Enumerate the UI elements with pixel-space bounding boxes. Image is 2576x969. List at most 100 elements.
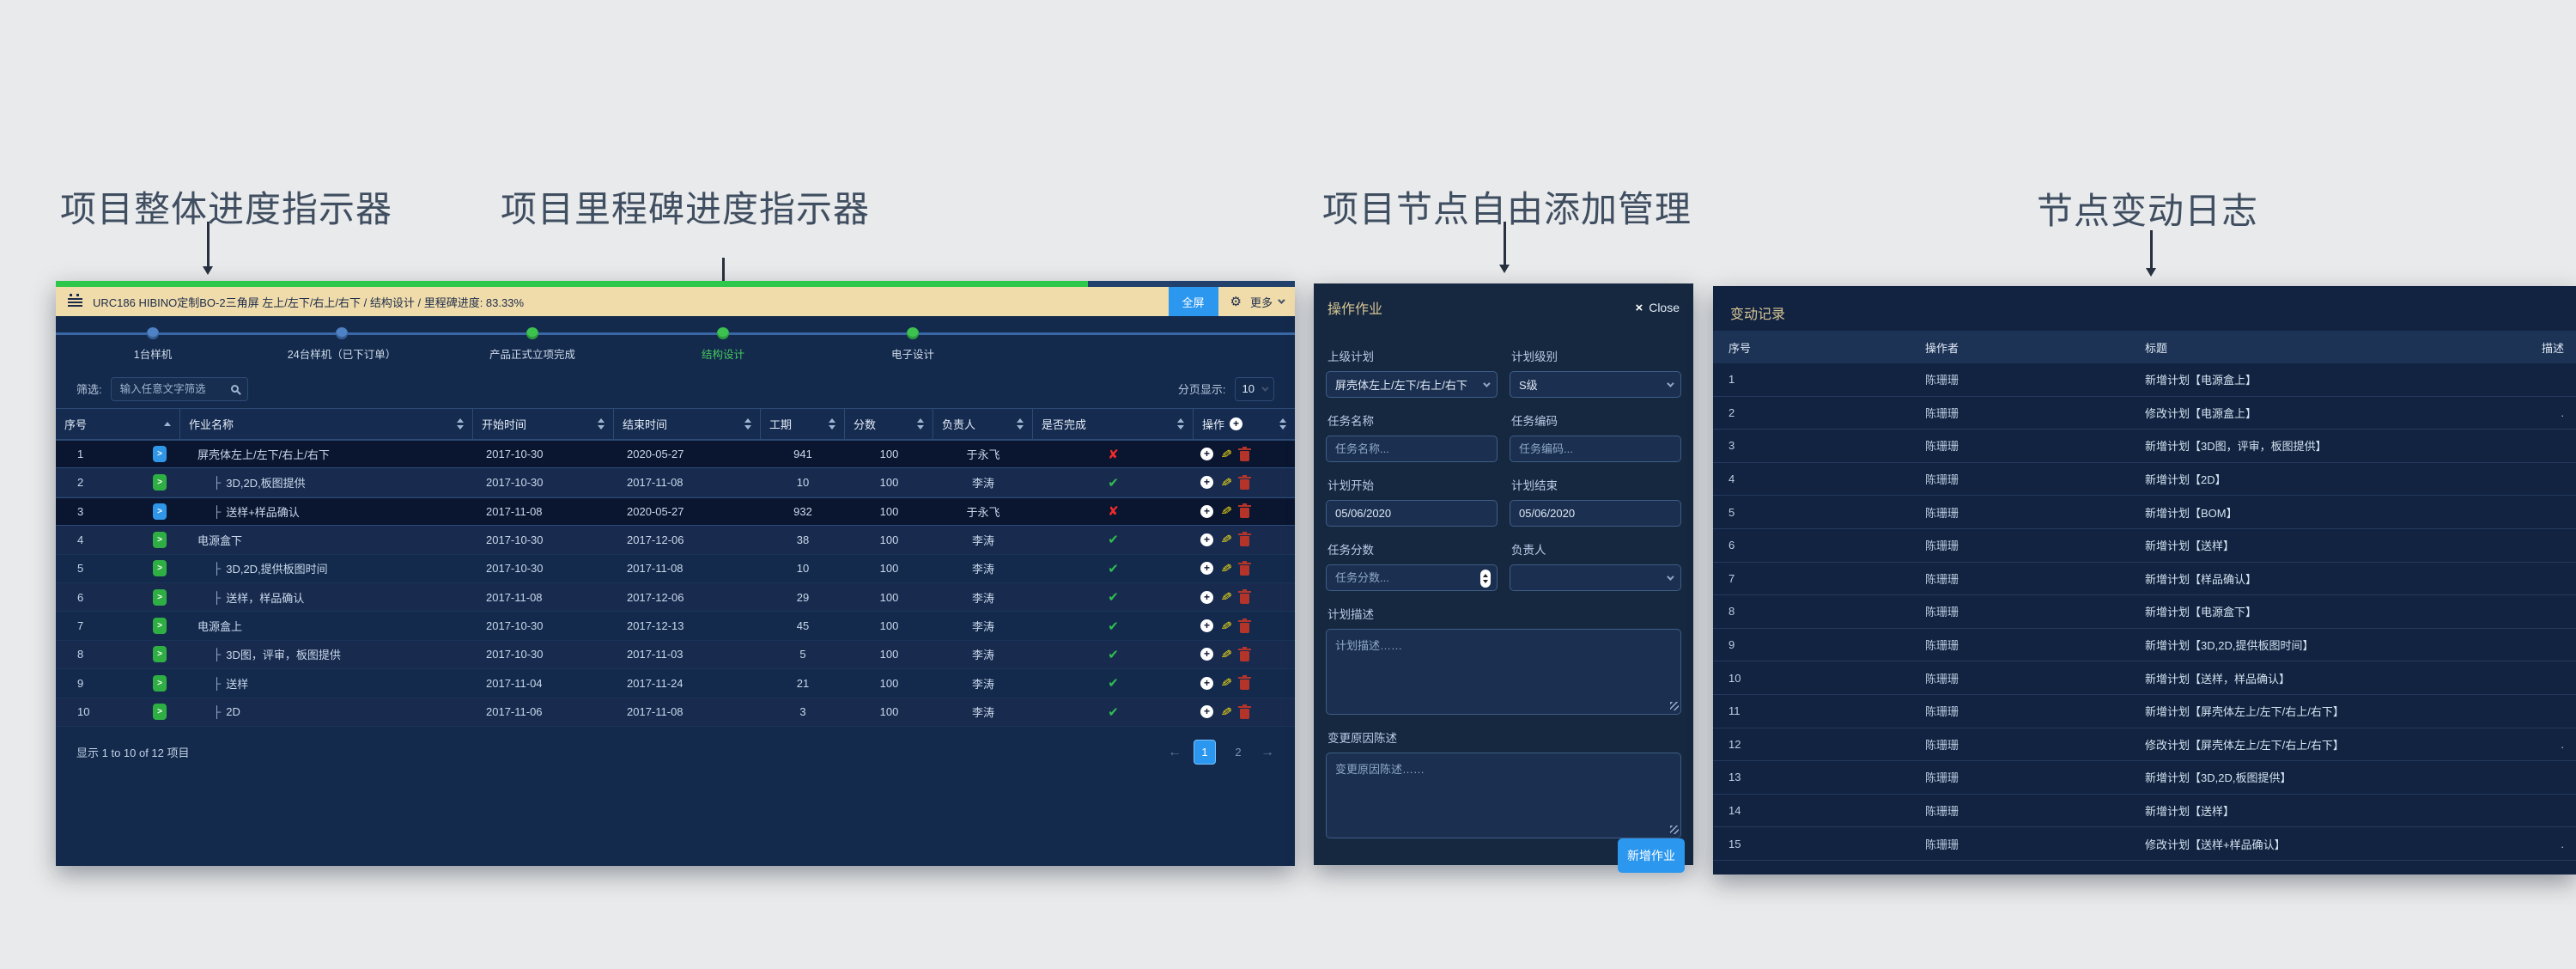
add-subtask-icon[interactable]: + bbox=[1200, 591, 1213, 604]
task-table-body: 1>屏壳体左上/左下/右上/右下2017-10-302020-05-279411… bbox=[56, 440, 1295, 727]
column-header[interactable]: 序号 bbox=[56, 409, 180, 439]
expand-chevron-icon[interactable]: > bbox=[153, 446, 167, 462]
delete-icon[interactable] bbox=[1240, 594, 1249, 604]
milestone-dot[interactable] bbox=[717, 327, 729, 339]
expand-chevron-icon[interactable]: > bbox=[153, 532, 167, 548]
add-subtask-icon[interactable]: + bbox=[1200, 562, 1213, 575]
milestone-dot[interactable] bbox=[147, 327, 159, 339]
parent-plan-select[interactable]: 屏壳体左上/左下/右上/右下 bbox=[1326, 371, 1498, 398]
column-header[interactable]: 开始时间 bbox=[473, 409, 614, 439]
edit-icon[interactable]: ✎ bbox=[1220, 531, 1234, 548]
delete-icon[interactable] bbox=[1240, 623, 1249, 633]
edit-icon[interactable]: ✎ bbox=[1220, 560, 1234, 577]
chevron-down-icon bbox=[1278, 296, 1285, 303]
log-seq: 12 bbox=[1713, 738, 1910, 751]
column-header[interactable]: 操作+ bbox=[1194, 409, 1295, 439]
edit-icon[interactable]: ✎ bbox=[1220, 588, 1234, 606]
log-operator: 陈珊珊 bbox=[1910, 736, 2129, 753]
milestone-dot[interactable] bbox=[907, 327, 919, 339]
delete-icon[interactable] bbox=[1240, 651, 1249, 661]
plan-level-select[interactable]: S级 bbox=[1510, 371, 1681, 398]
gear-icon[interactable]: ⚙ bbox=[1230, 294, 1242, 309]
pagination: ← 12 → bbox=[1168, 740, 1274, 765]
add-subtask-icon[interactable]: + bbox=[1200, 705, 1213, 718]
pagination-page[interactable]: 2 bbox=[1228, 746, 1249, 759]
task-score-input[interactable] bbox=[1335, 571, 1488, 584]
edit-icon[interactable]: ✎ bbox=[1220, 646, 1234, 663]
delete-icon[interactable] bbox=[1240, 508, 1249, 518]
log-seq: 7 bbox=[1713, 572, 1910, 585]
edit-icon[interactable]: ✎ bbox=[1220, 446, 1234, 463]
overall-progress-bar bbox=[56, 281, 1295, 287]
log-row: 9陈珊珊新增计划【3D,2D,提供板图时间】 bbox=[1713, 629, 2576, 662]
delete-icon[interactable] bbox=[1240, 536, 1249, 546]
column-header[interactable]: 负责人 bbox=[933, 409, 1033, 439]
column-header[interactable]: 是否完成 bbox=[1033, 409, 1194, 439]
task-name: 送样，样品确认 bbox=[226, 589, 304, 606]
delete-icon[interactable] bbox=[1240, 709, 1249, 719]
expand-chevron-icon[interactable]: > bbox=[153, 560, 167, 576]
row-seq: 7 bbox=[77, 619, 83, 632]
column-header[interactable]: 工期 bbox=[761, 409, 845, 439]
change-log-header: 序号 操作者 标题 描述 bbox=[1713, 331, 2576, 363]
close-button[interactable]: × Close bbox=[1635, 301, 1680, 315]
task-name-input[interactable] bbox=[1335, 442, 1488, 455]
log-operator: 陈珊珊 bbox=[1910, 537, 2129, 553]
milestone-dot[interactable] bbox=[336, 327, 348, 339]
add-subtask-icon[interactable]: + bbox=[1200, 448, 1213, 460]
add-task-icon[interactable]: + bbox=[1230, 417, 1242, 430]
expand-chevron-icon[interactable]: > bbox=[153, 618, 167, 634]
owner-select[interactable] bbox=[1510, 564, 1681, 591]
add-subtask-icon[interactable]: + bbox=[1200, 619, 1213, 632]
add-subtask-icon[interactable]: + bbox=[1200, 677, 1213, 690]
col-seq: 序号 bbox=[1713, 339, 1910, 356]
search-input[interactable] bbox=[120, 383, 231, 395]
fullscreen-button[interactable]: 全屏 bbox=[1169, 287, 1218, 316]
row-seq: 2 bbox=[77, 476, 83, 489]
column-header[interactable]: 结束时间 bbox=[614, 409, 761, 439]
log-operator: 陈珊珊 bbox=[1910, 405, 2129, 421]
pagination-prev[interactable]: ← bbox=[1168, 745, 1182, 760]
edit-icon[interactable]: ✎ bbox=[1220, 704, 1234, 721]
add-subtask-icon[interactable]: + bbox=[1200, 505, 1213, 518]
edit-icon[interactable]: ✎ bbox=[1220, 674, 1234, 692]
expand-chevron-icon[interactable]: > bbox=[153, 474, 167, 491]
add-task-button[interactable]: 新增作业 bbox=[1618, 838, 1685, 873]
plan-start-input[interactable] bbox=[1335, 507, 1488, 520]
delete-icon[interactable] bbox=[1240, 680, 1249, 690]
expand-chevron-icon[interactable]: > bbox=[153, 589, 167, 606]
delete-icon[interactable] bbox=[1240, 565, 1249, 576]
pagination-next[interactable]: → bbox=[1261, 745, 1274, 760]
expand-chevron-icon[interactable]: > bbox=[153, 503, 167, 520]
table-row: 7>电源盒上2017-10-302017-12-1345100李涛✔+✎ bbox=[56, 612, 1295, 640]
add-subtask-icon[interactable]: + bbox=[1200, 533, 1213, 546]
add-subtask-icon[interactable]: + bbox=[1200, 476, 1213, 489]
sort-asc-icon bbox=[164, 422, 171, 426]
edit-icon[interactable]: ✎ bbox=[1220, 474, 1234, 491]
plan-end-input[interactable] bbox=[1519, 507, 1672, 520]
done-icon: ✔ bbox=[1108, 532, 1119, 547]
edit-icon[interactable]: ✎ bbox=[1220, 618, 1234, 635]
number-stepper-icon[interactable] bbox=[1480, 570, 1491, 588]
menu-icon[interactable] bbox=[68, 296, 82, 308]
task-code-input[interactable] bbox=[1519, 442, 1672, 455]
column-header[interactable]: 分数 bbox=[845, 409, 933, 439]
expand-chevron-icon[interactable]: > bbox=[153, 704, 167, 720]
change-reason-textarea[interactable] bbox=[1326, 753, 1681, 838]
delete-icon[interactable] bbox=[1240, 451, 1249, 461]
delete-icon[interactable] bbox=[1240, 479, 1249, 490]
log-title: 修改计划【送样+样品确认】 bbox=[2129, 836, 2516, 852]
edit-icon[interactable]: ✎ bbox=[1220, 503, 1234, 521]
column-header[interactable]: 作业名称 bbox=[180, 409, 473, 439]
pagination-page[interactable]: 1 bbox=[1194, 740, 1216, 765]
log-row: 6陈珊珊新增计划【送样】 bbox=[1713, 529, 2576, 563]
add-subtask-icon[interactable]: + bbox=[1200, 648, 1213, 661]
page-size-select[interactable]: 10 bbox=[1235, 377, 1274, 401]
sort-icon bbox=[598, 418, 605, 430]
milestone-dot[interactable] bbox=[526, 327, 538, 339]
more-menu-button[interactable]: 更多 bbox=[1250, 294, 1283, 310]
expand-chevron-icon[interactable]: > bbox=[153, 675, 167, 692]
page-size-value: 10 bbox=[1242, 382, 1255, 395]
expand-chevron-icon[interactable]: > bbox=[153, 646, 167, 662]
plan-desc-textarea[interactable] bbox=[1326, 629, 1681, 715]
